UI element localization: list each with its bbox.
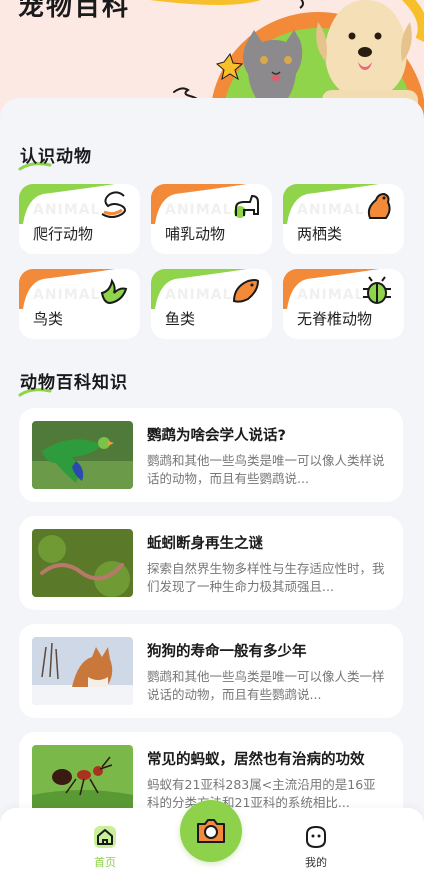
fish-icon [232,279,260,303]
categories-section-title: 认识动物 [18,142,92,171]
card-watermark: ANIMAL [165,287,233,303]
article-description: 探索自然界生物多样性与生存适应性时，我们发现了一种生命力极其顽强且... [147,561,385,594]
tab-home[interactable]: 首页 [75,824,135,870]
frog-icon [367,192,391,219]
category-card-fish[interactable]: ANIMAL 鱼类 [151,269,272,339]
card-watermark: ANIMAL [33,287,101,303]
ant-thumbnail [32,745,133,813]
article-title: 常见的蚂蚁，居然也有治病的功效 [147,752,365,768]
bird-icon [100,278,128,305]
earthworm-thumbnail [32,529,133,597]
bug-icon [363,276,391,304]
article-description: 鹦鹉和其他一些鸟类是唯一可以像人类样说话的动物，而且有些鹦鹉说... [147,453,385,486]
card-watermark: ANIMAL [297,287,365,303]
hero-title: 宠物百科 [18,0,131,22]
categories-title-text: 认识动物 [20,147,92,167]
article-description: 鹦鹉和其他一些鸟类是唯一可以像人类一样说话的动物，而且有些鹦鹉说... [147,669,385,702]
tab-mine-label: 我的 [305,856,327,869]
category-label: 无脊椎动物 [297,310,373,328]
article-description: 蚂蚁有21亚科283属<主流沿用的是16亚科的分类方法和21亚科的系统相比... [147,777,376,810]
category-card-amphibian[interactable]: ANIMAL 两栖类 [283,184,404,254]
camera-button[interactable] [180,800,242,862]
category-label: 鸟类 [33,310,64,328]
category-card-invertebrate[interactable]: ANIMAL 无脊椎动物 [283,269,404,339]
home-icon [94,826,116,848]
hero-bottom-band [0,98,424,120]
tab-home-label: 首页 [94,856,116,869]
snake-icon [101,191,126,218]
tab-mine[interactable]: 我的 [286,824,346,870]
article-title: 蚯蚓断身再生之谜 [147,536,263,552]
category-card-mammal[interactable]: ANIMAL 哺乳动物 [151,184,272,254]
article-card[interactable]: 蚯蚓断身再生之谜 探索自然界生物多样性与生存适应性时，我们发现了一种生命力极其顽… [19,516,403,610]
article-title: 鹦鹉为啥会学人说话? [147,428,286,444]
dog-thumbnail [32,637,133,705]
parrot-thumbnail [32,421,133,489]
hero-banner: 宠物百科 [0,0,424,120]
article-card[interactable]: 狗狗的寿命一般有多少年 鹦鹉和其他一些鸟类是唯一可以像人类一样说话的动物，而且有… [19,624,403,718]
encyclopedia-section-title: 动物百科知识 [18,368,128,397]
article-title: 狗狗的寿命一般有多少年 [147,644,307,660]
profile-face-icon [306,825,326,849]
card-watermark: ANIMAL [33,202,101,218]
card-watermark: ANIMAL [165,202,233,218]
article-card[interactable]: 鹦鹉为啥会学人说话? 鹦鹉和其他一些鸟类是唯一可以像人类样说话的动物，而且有些鹦… [19,408,403,502]
category-label: 鱼类 [165,310,196,328]
category-label: 两栖类 [297,225,343,243]
category-label: 爬行动物 [33,225,94,243]
category-card-bird[interactable]: ANIMAL 鸟类 [19,269,140,339]
dog-icon [234,194,259,218]
category-card-reptile[interactable]: ANIMAL 爬行动物 [19,184,140,254]
card-watermark: ANIMAL [297,202,365,218]
camera-icon [197,819,225,843]
category-label: 哺乳动物 [165,225,226,243]
encyclopedia-title-text: 动物百科知识 [20,373,128,393]
